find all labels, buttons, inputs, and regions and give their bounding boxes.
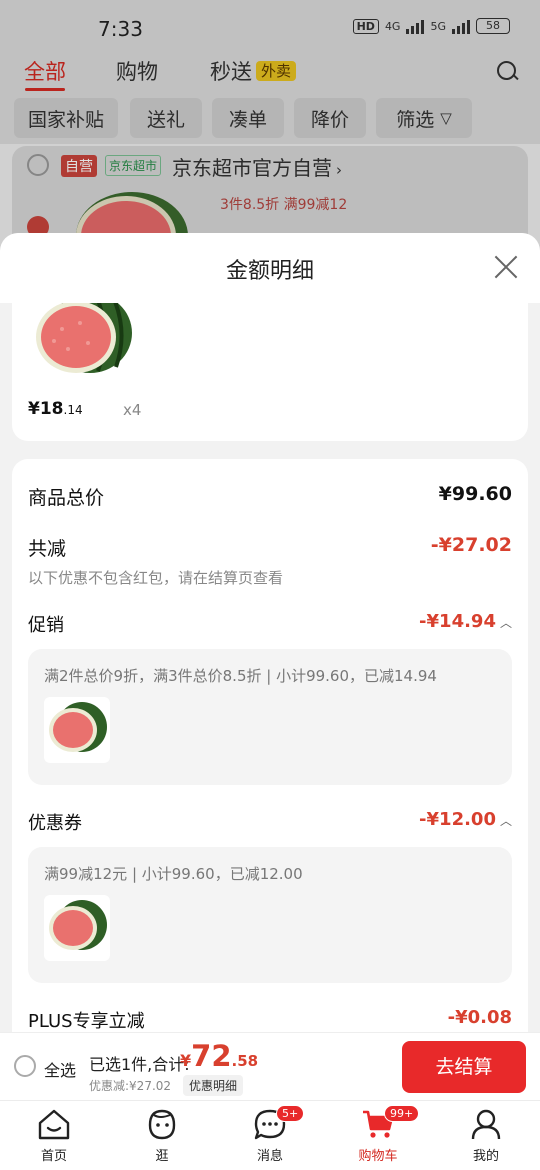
nav-browse[interactable]: 逛 [126, 1107, 198, 1164]
sheet-header: 金额明细 [0, 233, 540, 303]
selected-count-text: 已选1件,合计: [89, 1055, 190, 1074]
nav-home[interactable]: 首页 [18, 1107, 90, 1164]
checkout-bar: 全选 已选1件,合计: ¥72.58 优惠减:¥27.02 优惠明细 去结算 [0, 1032, 540, 1100]
nav-me[interactable]: 我的 [450, 1107, 522, 1164]
item-card: ¥18.14 x4 [12, 303, 528, 441]
nav-home-label: 首页 [40, 1149, 67, 1164]
select-all-checkbox[interactable] [14, 1055, 36, 1077]
cart-badge: 99+ [384, 1105, 420, 1122]
chevron-up-icon: ︿ [499, 814, 512, 828]
select-all-label[interactable]: 全选 [44, 1057, 76, 1081]
total-reduction-label: 共减 [28, 538, 67, 560]
user-icon [471, 1109, 501, 1140]
item-price-dec: .14 [63, 403, 83, 417]
total-price-value: ¥99.60 [438, 483, 512, 505]
reduction-hint: 以下优惠不包含红包，请在结算页查看 [28, 569, 284, 587]
bottom-nav: 首页 逛 5+ 消息 99+ 购物车 我的 [0, 1100, 540, 1170]
plus-discount-label: PLUS专享立减 [28, 1011, 145, 1032]
nav-messages[interactable]: 5+ 消息 [234, 1105, 306, 1164]
coupon-detail-text: 满99减12元 | 小计99.60，已减12.00 [44, 865, 303, 883]
total-price-label: 商品总价 [28, 487, 105, 509]
chevron-up-icon: ︿ [499, 616, 512, 630]
coupon-value[interactable]: -¥12.00 ︿ [419, 809, 512, 830]
nav-me-label: 我的 [472, 1149, 499, 1164]
promotion-detail-text: 满2件总价9折，满3件总价8.5折 | 小计99.60，已减14.94 [44, 667, 437, 685]
coupon-detail-box: 满99减12元 | 小计99.60，已减12.00 [28, 847, 512, 983]
discount-detail-button[interactable]: 优惠明细 [183, 1075, 244, 1096]
watermelon-image [36, 303, 132, 373]
total-integer: 72 [191, 1039, 232, 1073]
messages-badge: 5+ [276, 1105, 305, 1122]
item-quantity: x4 [123, 401, 142, 419]
home-icon [38, 1109, 70, 1140]
watermelon-thumbnail[interactable] [44, 697, 110, 763]
item-price: ¥18.14 [28, 399, 83, 419]
browse-icon [148, 1109, 176, 1140]
close-icon[interactable] [494, 255, 518, 279]
coupon-amount: -¥12.00 [419, 809, 496, 830]
checkout-button[interactable]: 去结算 [402, 1041, 526, 1093]
total-decimal: .58 [231, 1052, 259, 1070]
promotion-amount: -¥14.94 [419, 611, 496, 632]
coupon-label: 优惠券 [28, 813, 82, 834]
item-price-int: ¥18 [28, 399, 64, 419]
total-reduction-value: -¥27.02 [430, 534, 512, 556]
promotion-value[interactable]: -¥14.94 ︿ [419, 611, 512, 632]
promotion-detail-box: 满2件总价9折，满3件总价8.5折 | 小计99.60，已减14.94 [28, 649, 512, 785]
nav-messages-label: 消息 [256, 1149, 283, 1164]
promotion-label: 促销 [28, 615, 64, 636]
total-amount: ¥72.58 [180, 1039, 258, 1073]
nav-browse-label: 逛 [155, 1149, 169, 1164]
plus-discount-value: -¥0.08 [447, 1007, 512, 1028]
discount-text: 优惠减:¥27.02 [89, 1079, 172, 1093]
amount-detail-sheet: 金额明细 ¥18.14 x4 商品总价 ¥99.60 共减 -¥27.02 以下… [0, 233, 540, 1170]
total-currency: ¥ [180, 1051, 192, 1070]
watermelon-thumbnail[interactable] [44, 895, 110, 961]
sheet-title: 金额明细 [225, 259, 314, 284]
nav-cart[interactable]: 99+ 购物车 [342, 1105, 420, 1164]
nav-cart-label: 购物车 [358, 1149, 398, 1164]
